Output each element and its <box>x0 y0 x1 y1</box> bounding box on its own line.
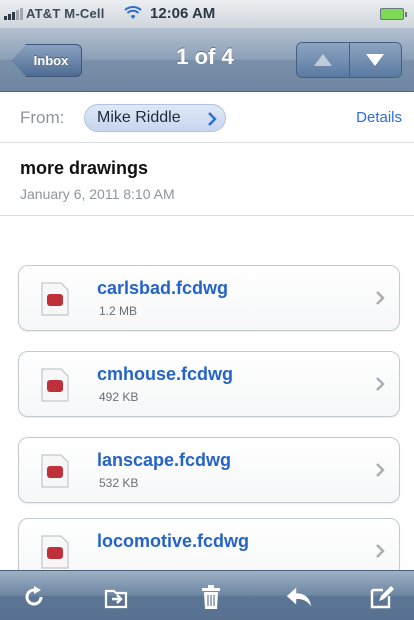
trash-button[interactable] <box>197 583 225 611</box>
chevron-right-icon <box>208 112 217 126</box>
attachment-list: carlsbad.fcdwg 1.2 MB cmhouse.fcdwg 492 … <box>0 216 414 570</box>
from-row: From: Mike Riddle Details <box>0 93 414 143</box>
wifi-icon <box>124 6 142 19</box>
file-icon <box>41 368 69 402</box>
attachment-name: lanscape.fcdwg <box>97 450 232 470</box>
attachment-name: locomotive.fcdwg <box>97 531 250 551</box>
carrier-name: AT&T M-Cell <box>26 6 105 21</box>
previous-message-button[interactable] <box>297 43 349 77</box>
bottom-toolbar <box>0 570 414 620</box>
chevron-right-icon <box>376 463 385 477</box>
sender-name: Mike Riddle <box>97 109 181 126</box>
up-arrow-icon <box>313 54 332 66</box>
file-icon <box>41 454 69 488</box>
inbox-back-button[interactable]: Inbox <box>12 44 82 77</box>
reply-icon <box>286 587 312 607</box>
from-label: From: <box>20 108 65 127</box>
chevron-right-icon <box>376 291 385 305</box>
attachment-name: cmhouse.fcdwg <box>97 364 234 384</box>
mail-message-screen: AT&T M-Cell 12:06 AM Inbox 1 of 4 From: … <box>0 0 414 620</box>
message-subject: more drawings <box>20 158 149 178</box>
subject-block: more drawings January 6, 2011 8:10 AM <box>0 144 414 216</box>
attachment-item[interactable]: carlsbad.fcdwg 1.2 MB <box>18 265 400 331</box>
clock: 12:06 AM <box>150 5 216 22</box>
attachment-size: 1.2 MB <box>99 304 138 318</box>
move-to-folder-icon <box>104 589 128 609</box>
refresh-icon <box>25 586 43 606</box>
attachment-size: 532 KB <box>99 476 139 490</box>
navigation-bar: Inbox 1 of 4 <box>0 28 414 92</box>
sender-chip[interactable]: Mike Riddle <box>84 104 226 132</box>
status-bar: AT&T M-Cell 12:06 AM <box>0 0 414 28</box>
move-to-folder-button[interactable] <box>103 583 131 611</box>
compose-icon <box>370 586 394 609</box>
message-date: January 6, 2011 8:10 AM <box>20 186 175 202</box>
signal-strength-icon <box>4 6 23 20</box>
refresh-button[interactable] <box>20 583 48 611</box>
down-arrow-icon <box>366 54 385 66</box>
file-icon <box>41 282 69 316</box>
battery-icon <box>380 8 407 20</box>
attachment-item[interactable]: cmhouse.fcdwg 492 KB <box>18 351 400 417</box>
details-link[interactable]: Details <box>356 109 402 126</box>
attachment-item[interactable]: locomotive.fcdwg <box>18 518 400 570</box>
attachment-size: 492 KB <box>99 390 139 404</box>
chevron-right-icon <box>376 544 385 558</box>
attachment-name: carlsbad.fcdwg <box>97 278 229 298</box>
reply-button[interactable] <box>285 583 313 611</box>
attachment-item[interactable]: lanscape.fcdwg 532 KB <box>18 437 400 503</box>
message-navigation-control <box>296 42 402 78</box>
file-icon <box>41 535 69 569</box>
compose-button[interactable] <box>368 583 396 611</box>
trash-icon <box>202 585 220 609</box>
next-message-button[interactable] <box>348 43 401 77</box>
chevron-right-icon <box>376 377 385 391</box>
message-position-title: 1 of 4 <box>176 44 234 69</box>
